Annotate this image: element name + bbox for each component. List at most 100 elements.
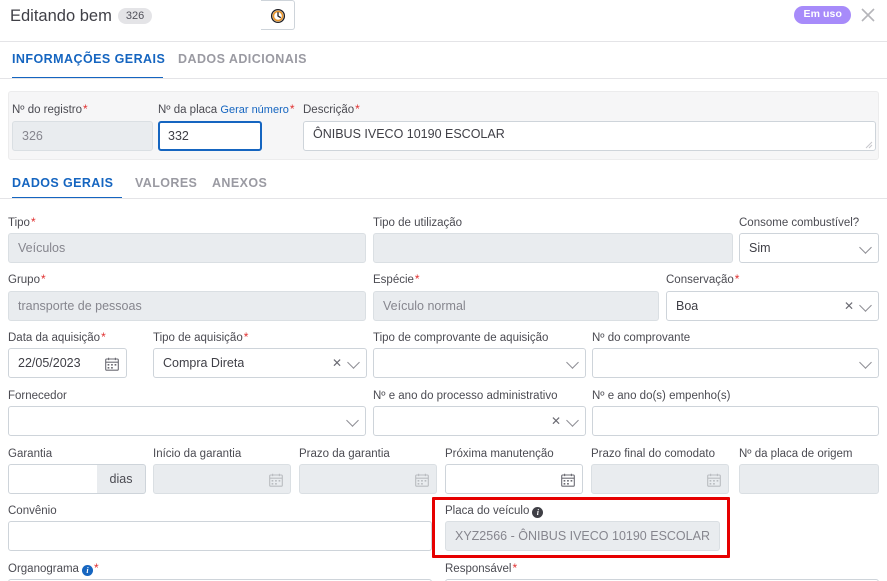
tab-dados-gerais[interactable]: DADOS GERAIS — [12, 170, 122, 199]
convenio-input[interactable] — [8, 521, 432, 551]
page-title-text: Editando bem — [10, 7, 112, 25]
required-marker: * — [734, 272, 740, 286]
processo-administrativo-label: Nº e ano do processo administrativo — [373, 390, 558, 402]
calendar-icon — [561, 473, 575, 487]
chevron-down-icon — [346, 414, 359, 427]
conservacao-select[interactable]: Boa ✕ — [666, 291, 879, 321]
info-icon[interactable]: i — [81, 565, 93, 576]
calendar-button-proxima-manutencao[interactable] — [553, 464, 583, 494]
tipo-input: Veículos — [8, 233, 366, 263]
data-aquisicao-value: 22/05/2023 — [18, 356, 81, 370]
required-marker: * — [93, 561, 99, 575]
chevron-down-icon — [859, 356, 872, 369]
calendar-button-prazo-final-comodato — [699, 464, 729, 494]
placa-value: 332 — [168, 129, 189, 143]
responsavel-label: Responsável* — [445, 561, 518, 575]
tipo-utilizacao-label: Tipo de utilização — [373, 217, 463, 229]
inicio-garantia-input — [153, 464, 262, 494]
calendar-button-inicio-garantia — [261, 464, 291, 494]
tab-valores-label: VALORES — [135, 176, 198, 190]
registro-label: Nº do registro* — [12, 102, 88, 116]
n-comprovante-select[interactable] — [592, 348, 879, 378]
required-marker: * — [355, 102, 360, 116]
organograma-label: Organograma i * — [8, 561, 99, 576]
registro-value: 326 — [22, 129, 43, 143]
fornecedor-select[interactable] — [8, 406, 366, 436]
chevron-down-icon — [347, 356, 360, 369]
chevron-down-icon — [566, 414, 579, 427]
prazo-final-comodato-label: Prazo final do comodato — [591, 448, 716, 460]
placa-veiculo-value: XYZ2566 - ÔNIBUS IVECO 10190 ESCOLAR — [455, 529, 710, 543]
required-marker: * — [101, 330, 106, 344]
grupo-label: Grupo* — [8, 272, 46, 286]
page-title: Editando bem 326 — [10, 7, 153, 26]
chevron-down-icon — [566, 356, 579, 369]
placa-origem-input — [739, 464, 879, 494]
descricao-label: Descrição* — [303, 102, 360, 116]
window-header: Editando bem 326 Em uso — [0, 0, 887, 41]
tab-anexos[interactable]: ANEXOS — [212, 170, 274, 199]
tab-informacoes-gerais[interactable]: INFORMAÇÕES GERAIS — [12, 42, 166, 79]
placa-veiculo-label: Placa do veículo i — [445, 505, 544, 518]
clock-icon — [270, 8, 286, 24]
empenhos-label: Nº e ano do(s) empenho(s) — [592, 390, 731, 402]
tab-informacoes-gerais-label: INFORMAÇÕES GERAIS — [12, 52, 166, 66]
descricao-textarea[interactable]: ÔNIBUS IVECO 10190 ESCOLAR — [303, 121, 876, 151]
proxima-manutencao-input[interactable] — [445, 464, 554, 494]
calendar-icon — [707, 473, 721, 487]
prazo-final-comodato-input — [591, 464, 700, 494]
clear-icon[interactable]: ✕ — [551, 414, 561, 428]
garantia-input[interactable] — [8, 464, 98, 494]
resize-handle-icon[interactable] — [864, 140, 873, 149]
tipo-comprovante-select[interactable] — [373, 348, 586, 378]
page-title-badge: 326 — [117, 8, 153, 24]
primary-tabs-divider — [0, 78, 887, 79]
tab-valores[interactable]: VALORES — [135, 170, 203, 199]
calendar-icon — [105, 357, 119, 371]
fornecedor-label: Fornecedor — [8, 390, 67, 402]
placa-input[interactable]: 332 — [158, 121, 262, 151]
required-marker: * — [243, 330, 249, 344]
n-comprovante-label: Nº do comprovante — [592, 332, 691, 344]
secondary-tabs-divider — [0, 198, 887, 199]
processo-administrativo-select[interactable]: ✕ — [373, 406, 586, 436]
grupo-input: transporte de pessoas — [8, 291, 366, 321]
required-marker: * — [40, 272, 46, 286]
clock-icon-button[interactable] — [261, 0, 295, 30]
descricao-value: ÔNIBUS IVECO 10190 ESCOLAR — [313, 127, 505, 141]
data-aquisicao-input[interactable]: 22/05/2023 — [8, 348, 98, 378]
required-marker: * — [512, 561, 518, 575]
proxima-manutencao-label: Próxima manutenção — [445, 448, 554, 460]
especie-label: Espécie* — [373, 272, 420, 286]
tab-dados-adicionais[interactable]: DADOS ADICIONAIS — [178, 42, 307, 79]
required-marker: * — [414, 272, 420, 286]
secondary-tabs: DADOS GERAIS VALORES ANEXOS — [0, 170, 887, 199]
tipo-aquisicao-select[interactable]: Compra Direta ✕ — [153, 348, 367, 378]
status-badge: Em uso — [794, 6, 851, 24]
clear-icon[interactable]: ✕ — [844, 299, 854, 313]
garantia-unit-addon: dias — [97, 464, 146, 494]
edit-asset-screen: Editando bem 326 Em uso INFORMAÇÕES GERAI… — [0, 0, 887, 581]
consome-combustivel-select[interactable]: Sim — [739, 233, 879, 263]
required-marker: * — [83, 102, 88, 116]
registro-input: 326 — [12, 121, 153, 151]
tab-dados-gerais-label: DADOS GERAIS — [12, 176, 114, 190]
info-icon[interactable]: i — [532, 507, 544, 518]
tipo-label: Tipo* — [8, 215, 36, 229]
garantia-label: Garantia — [8, 448, 53, 460]
placa-label: Nº da placa Gerar número* — [158, 102, 295, 116]
chevron-down-icon — [859, 299, 872, 312]
tipo-comprovante-label: Tipo de comprovante de aquisição — [373, 332, 549, 344]
prazo-garantia-input — [299, 464, 408, 494]
empenhos-input[interactable] — [592, 406, 879, 436]
inicio-garantia-label: Início da garantia — [153, 448, 242, 460]
convenio-label: Convênio — [8, 505, 57, 517]
chevron-down-icon — [859, 241, 872, 254]
especie-value: Veículo normal — [383, 299, 466, 313]
required-marker: * — [289, 102, 295, 116]
gerar-numero-link[interactable]: Gerar número — [220, 104, 288, 116]
calendar-button-data-aquisicao[interactable] — [97, 348, 127, 378]
tipo-aquisicao-label: Tipo de aquisição* — [153, 330, 249, 344]
clear-icon[interactable]: ✕ — [332, 356, 342, 370]
close-icon[interactable] — [857, 4, 879, 26]
